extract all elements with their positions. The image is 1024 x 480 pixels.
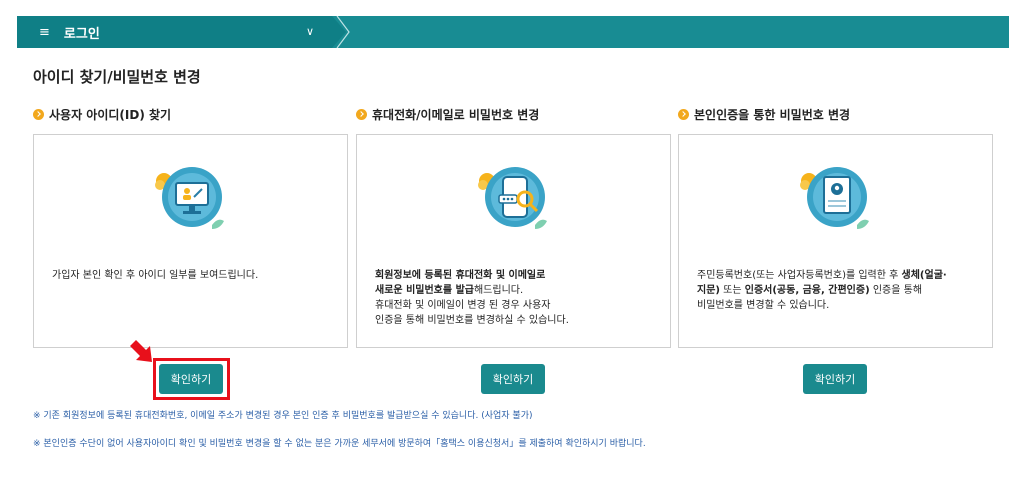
desc-line-bold: 새로운 비밀번호를 발급 <box>375 285 474 296</box>
top-nav-bar: ≡ 로그인 ∨ <box>17 16 1009 48</box>
certificate-icon <box>800 167 869 229</box>
desc-line: 가입자 본인 확인 후 아이디 일부를 보여드립니다. <box>52 270 259 281</box>
login-menu[interactable]: ≡ 로그인 ∨ <box>17 16 346 48</box>
desc-line: 또는 <box>719 285 745 296</box>
desc-line: 해드립니다. <box>473 285 524 296</box>
desc-line-bold: 회원정보에 등록된 휴대전화 및 이메일로 <box>375 270 546 281</box>
phone-password-icon <box>478 167 547 229</box>
page-title: 아이디 찾기/비밀번호 변경 <box>33 68 201 86</box>
card-phone-email: 회원정보에 등록된 휴대전화 및 이메일로 새로운 비밀번호를 발급해드립니다.… <box>356 134 671 348</box>
desc-line: 인증을 통해 비밀번호를 변경하실 수 있습니다. <box>375 315 569 326</box>
bullet-icon <box>678 109 689 120</box>
confirm-button-find-id[interactable]: 확인하기 <box>159 364 223 394</box>
bullet-icon <box>33 109 44 120</box>
desc-line: 비밀번호를 변경할 수 있습니다. <box>697 300 830 311</box>
desc-line: 인증을 통해 <box>869 285 923 296</box>
breadcrumb-separator-icon <box>336 16 350 48</box>
bullet-icon <box>356 109 367 120</box>
card-description: 회원정보에 등록된 휴대전화 및 이메일로 새로운 비밀번호를 발급해드립니다.… <box>375 268 655 328</box>
card-find-id: 가입자 본인 확인 후 아이디 일부를 보여드립니다. <box>33 134 348 348</box>
hamburger-icon[interactable]: ≡ <box>39 26 50 39</box>
section-title: 본인인증을 통한 비밀번호 변경 <box>694 108 851 122</box>
login-menu-label: 로그인 <box>63 26 100 42</box>
card-identity-auth: 주민등록번호(또는 사업자등록번호)를 입력한 후 생체(얼굴· 지문) 또는 … <box>678 134 993 348</box>
chevron-down-icon[interactable]: ∨ <box>306 25 314 38</box>
notice-text: ※ 기존 회원정보에 등록된 휴대전화번호, 이메일 주소가 변경된 경우 본인… <box>33 411 533 421</box>
section-title: 사용자 아이디(ID) 찾기 <box>49 108 172 122</box>
section-header-find-id: 사용자 아이디(ID) 찾기 <box>33 106 171 123</box>
desc-line-bold: 지문) <box>697 285 720 296</box>
desc-line-bold: 생체(얼굴· <box>901 270 947 281</box>
pointer-arrow-icon <box>130 340 152 362</box>
desc-line: 휴대전화 및 이메일이 변경 된 경우 사용자 <box>375 300 551 311</box>
confirm-button-identity-auth[interactable]: 확인하기 <box>803 364 867 394</box>
card-description: 가입자 본인 확인 후 아이디 일부를 보여드립니다. <box>52 268 332 283</box>
desc-line: 주민등록번호(또는 사업자등록번호)를 입력한 후 <box>697 270 902 281</box>
desc-line-bold: 인증서(공동, 금융, 간편인증) <box>744 285 870 296</box>
card-description: 주민등록번호(또는 사업자등록번호)를 입력한 후 생체(얼굴· 지문) 또는 … <box>697 268 977 313</box>
section-title: 휴대전화/이메일로 비밀번호 변경 <box>372 108 540 122</box>
notice-text: ※ 본인인증 수단이 없어 사용자아이디 확인 및 비밀번호 변경을 할 수 없… <box>33 439 646 449</box>
monitor-id-icon <box>155 167 224 229</box>
section-header-phone-email: 휴대전화/이메일로 비밀번호 변경 <box>356 106 539 123</box>
section-header-identity-auth: 본인인증을 통한 비밀번호 변경 <box>678 106 850 123</box>
confirm-button-phone-email[interactable]: 확인하기 <box>481 364 545 394</box>
